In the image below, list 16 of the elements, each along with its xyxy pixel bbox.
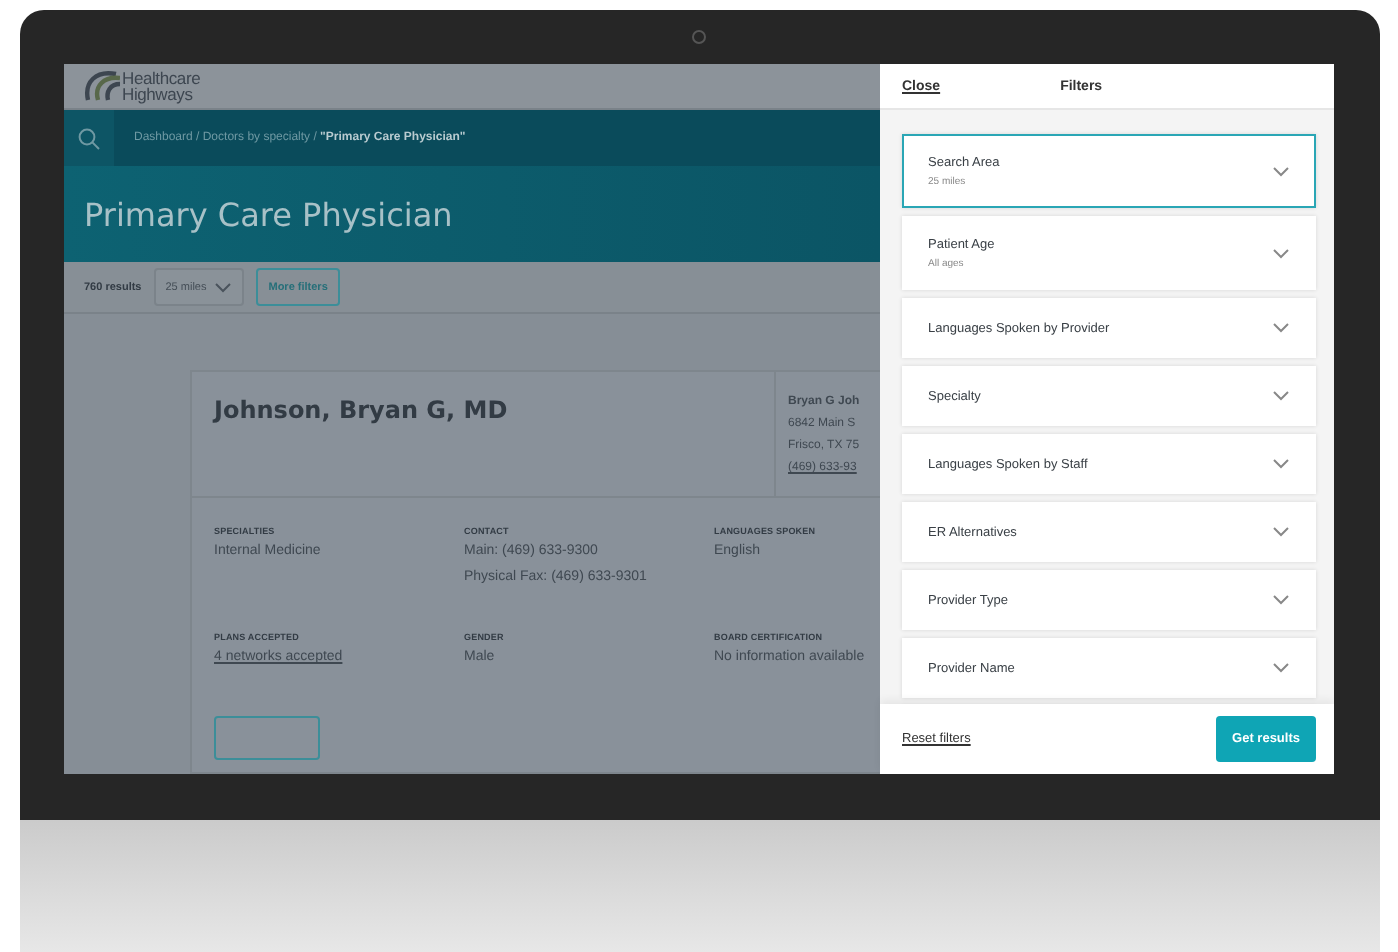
provider-name: Johnson, Bryan G, MD (210, 393, 510, 428)
chevron-down-icon (1272, 322, 1290, 334)
logo-text: Healthcare Highways (122, 70, 201, 103)
chevron-down-icon (1272, 526, 1290, 538)
chevron-down-icon (214, 281, 233, 294)
page-title: Primary Care Physician (84, 195, 453, 234)
search-button[interactable] (64, 110, 114, 167)
chevron-down-icon (1272, 662, 1290, 674)
camera-icon (692, 30, 706, 44)
chevron-down-icon (1272, 165, 1290, 177)
chevron-down-icon (1272, 458, 1290, 470)
search-icon (78, 127, 100, 150)
chevron-down-icon (1272, 390, 1290, 402)
chevron-down-icon (1272, 594, 1290, 606)
chevron-down-icon (1272, 247, 1290, 259)
logo-swoosh-icon (80, 69, 120, 104)
